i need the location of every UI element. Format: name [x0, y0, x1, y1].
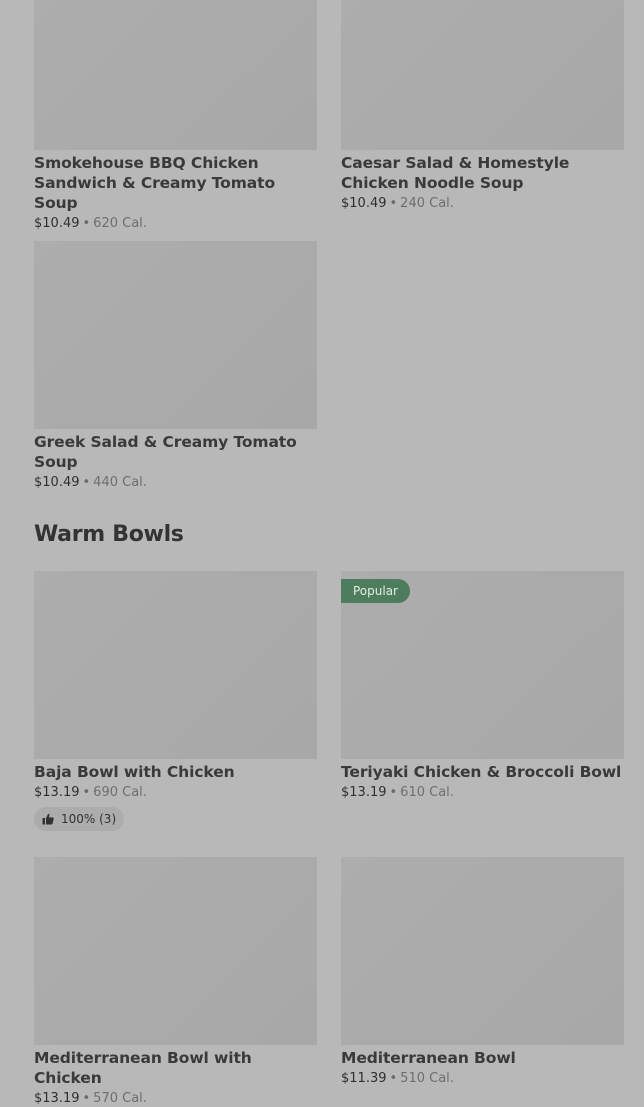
item-meta: $13.19 • 610 Cal.: [341, 785, 624, 801]
item-image[interactable]: [34, 857, 317, 1045]
item-title: Mediterranean Bowl: [341, 1049, 516, 1067]
item-price: $13.19: [341, 785, 387, 800]
item-title: Smokehouse BBQ Chicken Sandwich & Creamy…: [34, 154, 275, 212]
item-price: $10.49: [34, 216, 80, 231]
item-price: $13.19: [34, 785, 80, 800]
item-calories: 690 Cal.: [93, 785, 147, 800]
meta-separator: •: [389, 1071, 398, 1086]
meta-separator: •: [82, 785, 91, 800]
item-price: $11.39: [341, 1071, 387, 1086]
meta-separator: •: [82, 216, 91, 231]
menu-item-card[interactable]: Mediterranean Bowl $11.39 • 510 Cal.: [341, 857, 624, 1087]
item-title: Caesar Salad & Homestyle Chicken Noodle …: [341, 154, 570, 192]
item-calories: 570 Cal.: [93, 1091, 147, 1106]
item-image[interactable]: [34, 0, 317, 150]
item-meta: $10.49 • 240 Cal.: [341, 196, 624, 212]
item-title: Greek Salad & Creamy Tomato Soup: [34, 433, 297, 471]
item-image[interactable]: [34, 571, 317, 759]
menu-item-card[interactable]: Baja Bowl with Chicken $13.19 • 690 Cal. 1…: [34, 571, 317, 831]
popular-badge: Popular: [341, 579, 410, 603]
item-meta: $10.49 • 440 Cal.: [34, 475, 317, 491]
item-title: Baja Bowl with Chicken: [34, 763, 235, 781]
item-meta: $10.49 • 620 Cal.: [34, 216, 317, 232]
section-heading: Warm Bowls: [34, 522, 184, 547]
meta-separator: •: [389, 196, 398, 211]
item-price: $13.19: [34, 1091, 80, 1106]
item-image[interactable]: [341, 0, 624, 150]
item-image[interactable]: Popular: [341, 571, 624, 759]
item-calories: 620 Cal.: [93, 216, 147, 231]
menu-item-card[interactable]: Smokehouse BBQ Chicken Sandwich & Creamy…: [34, 0, 317, 232]
item-image[interactable]: [341, 857, 624, 1045]
meta-separator: •: [82, 475, 91, 490]
item-price: $10.49: [341, 196, 387, 211]
item-title: Teriyaki Chicken & Broccoli Bowl: [341, 763, 622, 781]
item-title: Mediterranean Bowl with Chicken: [34, 1049, 252, 1087]
rating-pill: 100% (3): [34, 807, 125, 831]
item-calories: 610 Cal.: [400, 785, 454, 800]
item-calories: 440 Cal.: [93, 475, 147, 490]
menu-item-card[interactable]: Popular Teriyaki Chicken & Broccoli Bowl…: [341, 571, 624, 801]
item-image[interactable]: [34, 241, 317, 429]
menu-item-card[interactable]: Greek Salad & Creamy Tomato Soup $10.49 •…: [34, 241, 317, 491]
rating-text: 100% (3): [61, 812, 117, 826]
menu-item-card[interactable]: Caesar Salad & Homestyle Chicken Noodle …: [341, 0, 624, 212]
item-meta: $13.19 • 570 Cal.: [34, 1091, 317, 1107]
item-calories: 510 Cal.: [400, 1071, 454, 1086]
item-price: $10.49: [34, 475, 80, 490]
item-calories: 240 Cal.: [400, 196, 454, 211]
meta-separator: •: [389, 785, 398, 800]
item-meta: $13.19 • 690 Cal.: [34, 785, 317, 801]
menu-item-card[interactable]: Mediterranean Bowl with Chicken $13.19 • 5…: [34, 857, 317, 1107]
meta-separator: •: [82, 1091, 91, 1106]
item-meta: $11.39 • 510 Cal.: [341, 1071, 624, 1087]
thumbs-up-icon: [42, 813, 54, 825]
